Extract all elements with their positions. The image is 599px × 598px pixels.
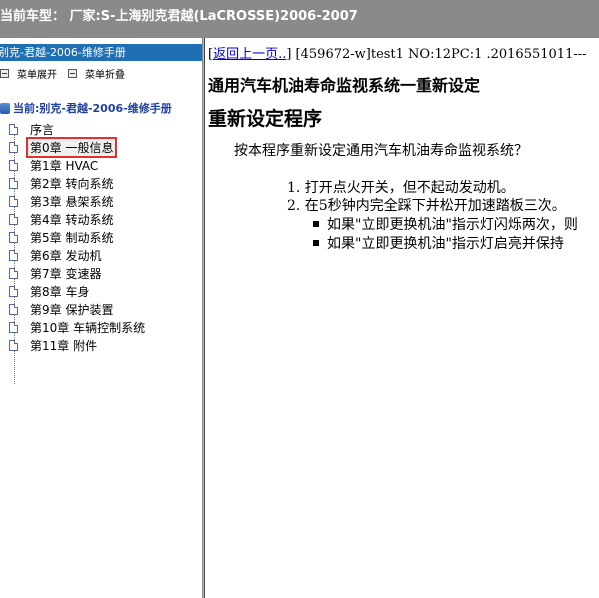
- tree-item-label: 第10章 车辆控制系统: [30, 320, 146, 335]
- tree-item[interactable]: 序言: [9, 120, 56, 138]
- tree-item-label: 第11章 附件: [30, 338, 98, 353]
- document-icon: [9, 303, 18, 315]
- tree-item[interactable]: 第6章 发动机: [9, 246, 103, 264]
- document-icon: [9, 213, 18, 225]
- tree-item[interactable]: 第7章 变速器: [9, 264, 103, 282]
- document-icon: [9, 249, 18, 261]
- expand-menu-button[interactable]: 菜单展开: [0, 66, 57, 81]
- tree-item[interactable]: 第3章 悬架系统: [9, 192, 115, 210]
- tree-root[interactable]: 当前:别克-君越-2006-维修手册: [0, 100, 172, 116]
- back-link[interactable]: 返回上一页..: [213, 47, 286, 62]
- tree-item-label: 第8章 车身: [30, 284, 90, 299]
- step-item: 1. 打开点火开关，但不起动发动机。: [287, 180, 515, 196]
- tree-item-label: 第0章 一般信息: [25, 136, 118, 158]
- document-icon: [9, 177, 18, 189]
- tree-item[interactable]: 第4章 转动系统: [9, 210, 115, 228]
- tree-item[interactable]: 第10章 车辆控制系统: [9, 318, 147, 336]
- collapse-icon: [68, 69, 77, 78]
- expand-icon: [0, 69, 9, 78]
- content-topline: [返回上一页..] [459672-w]test1 NO:12PC:1 .201…: [208, 47, 587, 62]
- tree-item-label: 第4章 转动系统: [30, 212, 114, 227]
- document-icon: [9, 159, 18, 171]
- tree-item[interactable]: 第9章 保护装置: [9, 300, 115, 318]
- page-title: 通用汽车机油寿命监视系统一重新设定: [208, 76, 481, 95]
- manual-header-label: 别克-君越-2006-维修手册: [0, 46, 126, 59]
- tree-item-label: 第6章 发动机: [30, 248, 102, 263]
- document-icon: [9, 339, 18, 351]
- expand-menu-label: 菜单展开: [17, 70, 57, 81]
- tree-item[interactable]: 第8章 车身: [9, 282, 91, 300]
- document-meta: [459672-w]test1 NO:12PC:1 .2016551011---: [291, 47, 587, 62]
- intro-text: 按本程序重新设定通用汽车机油寿命监视系统？: [234, 143, 528, 159]
- document-icon: [9, 321, 18, 333]
- bullet-item: 如果"立即更换机油"指示灯启亮并保持: [313, 233, 564, 253]
- bullet-item: 如果"立即更换机油"指示灯闪烁两次，则: [313, 214, 578, 234]
- document-icon: [9, 231, 18, 243]
- bullet-text: 如果"立即更换机油"指示灯闪烁两次，则: [327, 217, 578, 233]
- tree-item-label: 第2章 转向系统: [30, 176, 114, 191]
- document-icon: [9, 141, 18, 153]
- bullet-text: 如果"立即更换机油"指示灯启亮并保持: [327, 236, 564, 252]
- menu-toolbar: 菜单展开 菜单折叠: [0, 64, 202, 82]
- tree-item-label: 第7章 变速器: [30, 266, 102, 281]
- document-icon: [9, 195, 18, 207]
- document-icon: [9, 267, 18, 279]
- tree-item-label: 第1章 HVAC: [30, 158, 99, 173]
- tree-item[interactable]: 第11章 附件: [9, 336, 99, 354]
- bullet-icon: [313, 240, 319, 246]
- document-icon: [9, 285, 18, 297]
- vehicle-title: 当前车型： 厂家:S-上海别克君越(LaCROSSE)2006-2007: [0, 9, 358, 24]
- collapse-menu-label: 菜单折叠: [85, 70, 125, 81]
- tree-item[interactable]: 第5章 制动系统: [9, 228, 115, 246]
- book-icon: [0, 102, 10, 114]
- bullet-icon: [313, 221, 319, 227]
- content-pane: [返回上一页..] [459672-w]test1 NO:12PC:1 .201…: [205, 38, 599, 598]
- navigation-pane: 别克-君越-2006-维修手册 菜单展开 菜单折叠 当前:别克-君越-2006-…: [0, 38, 202, 598]
- manual-header: 别克-君越-2006-维修手册: [0, 44, 202, 61]
- tree-item-label: 第5章 制动系统: [30, 230, 114, 245]
- title-bar: 当前车型： 厂家:S-上海别克君越(LaCROSSE)2006-2007: [0, 0, 599, 38]
- tree-item-label: 第9章 保护装置: [30, 302, 114, 317]
- tree-item[interactable]: 第2章 转向系统: [9, 174, 115, 192]
- tree-item[interactable]: 第1章 HVAC: [9, 156, 100, 174]
- tree-item-label: 序言: [30, 122, 55, 137]
- tree-item-label: 第3章 悬架系统: [30, 194, 114, 209]
- step-item: 2. 在5秒钟内完全踩下并松开加速踏板三次。: [287, 198, 566, 214]
- tree-item[interactable]: 第0章 一般信息: [9, 136, 118, 158]
- collapse-menu-button[interactable]: 菜单折叠: [68, 66, 125, 81]
- tree-root-label: 当前:别克-君越-2006-维修手册: [13, 102, 172, 115]
- section-heading: 重新设定程序: [208, 108, 323, 130]
- document-icon: [9, 123, 18, 135]
